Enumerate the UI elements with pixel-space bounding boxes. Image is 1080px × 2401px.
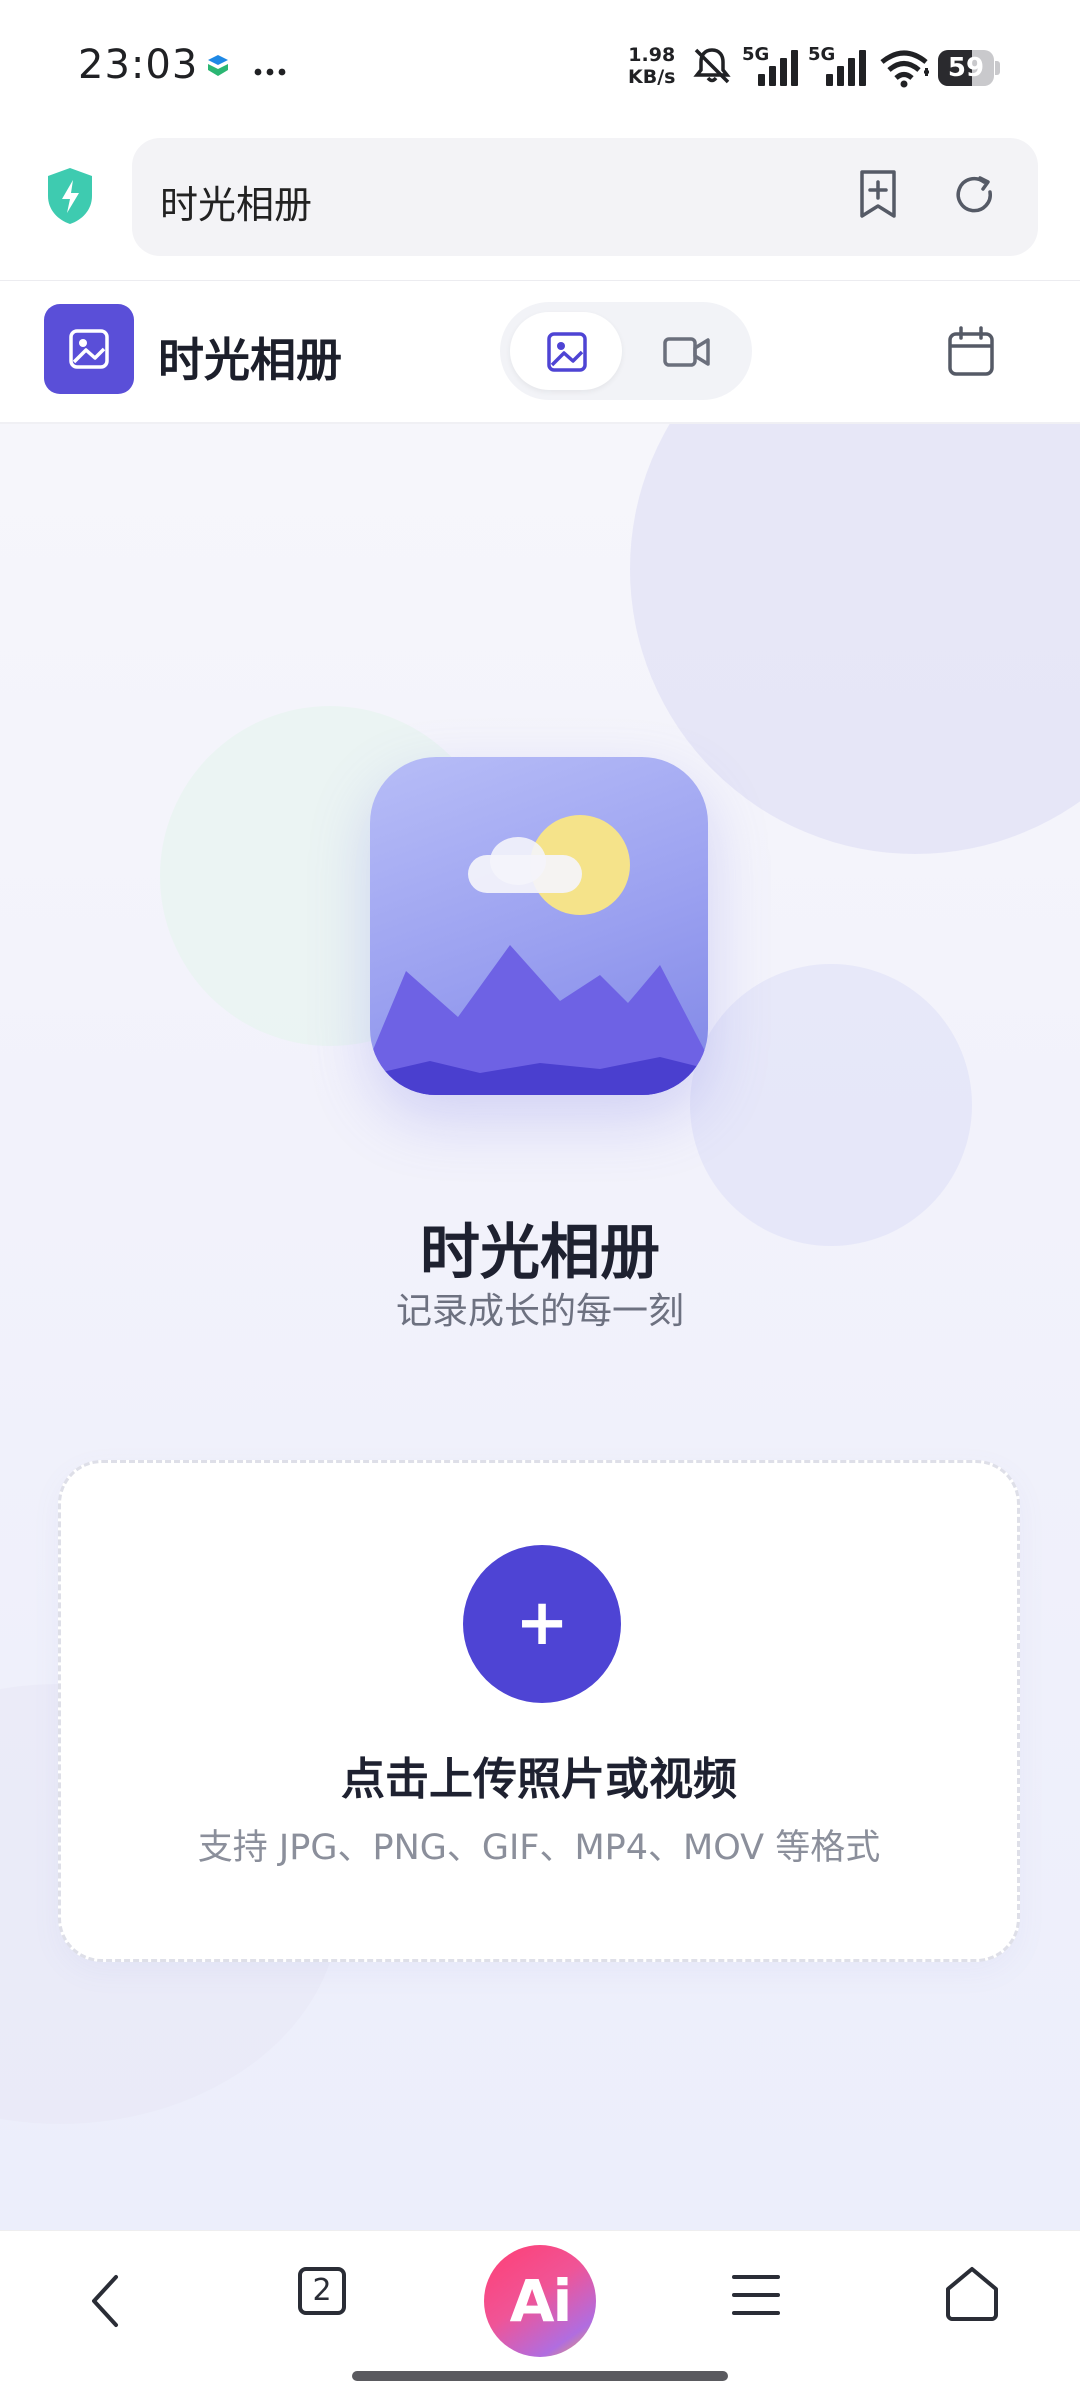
mute-icon [690,46,734,86]
back-icon[interactable] [86,2271,126,2331]
upload-dropzone[interactable]: + 点击上传照片或视频 支持 JPG、PNG、GIF、MP4、MOV 等格式 [58,1460,1020,1962]
status-time: 23:03 [78,42,199,88]
menu-icon[interactable] [732,2271,780,2319]
main-content: 时光相册 记录成长的每一刻 + 点击上传照片或视频 支持 JPG、PNG、GIF… [0,424,1080,2230]
image-icon [546,331,588,373]
browser-bottom-nav: 2 Ai [0,2230,1080,2401]
status-bar: 23:03 1.98 KB/s 5G 5G 59 [0,0,1080,130]
net-speed-value: 1.98 [628,44,676,66]
home-icon[interactable] [944,2265,1000,2321]
tabs-icon[interactable]: 2 [298,2267,346,2315]
more-dots-icon [254,62,286,76]
album-logo-illustration [370,757,708,1095]
ai-assistant-button[interactable]: Ai [484,2245,596,2357]
app-header: 时光相册 [0,282,1080,424]
tab-videos[interactable] [630,312,742,390]
gesture-home-bar[interactable] [352,2371,728,2381]
battery-level: 59 [947,53,985,83]
image-icon [68,328,110,370]
hero-subtitle: 记录成长的每一刻 [395,1291,684,1332]
browser-toolbar: 时光相册 [0,130,1080,281]
media-type-switch [500,302,752,400]
refresh-icon[interactable] [950,170,1000,220]
tab-count: 2 [312,2273,332,2308]
tab-photos[interactable] [510,312,622,390]
signal-icon [824,48,868,86]
upload-title: 点击上传照片或视频 [341,1754,737,1805]
upload-format-hint: 支持 JPG、PNG、GIF、MP4、MOV 等格式 [197,1828,881,1868]
signal-icon [756,48,800,86]
app-notification-icon [204,52,232,80]
app-title: 时光相册 [158,333,342,387]
security-shield-icon[interactable] [44,166,96,226]
wifi-icon [880,48,932,88]
calendar-icon[interactable] [946,326,996,378]
add-bookmark-icon[interactable] [854,168,902,222]
video-icon [662,334,712,370]
net-speed-unit: KB/s [628,66,676,88]
upload-plus-button[interactable]: + [463,1545,621,1703]
hero-title: 时光相册 [420,1218,660,1288]
address-text[interactable]: 时光相册 [160,174,312,229]
address-bar[interactable]: 时光相册 [132,138,1038,256]
net-speed: 1.98 KB/s [628,44,675,88]
battery-icon: 59 [938,50,1002,86]
app-logo [44,304,134,394]
